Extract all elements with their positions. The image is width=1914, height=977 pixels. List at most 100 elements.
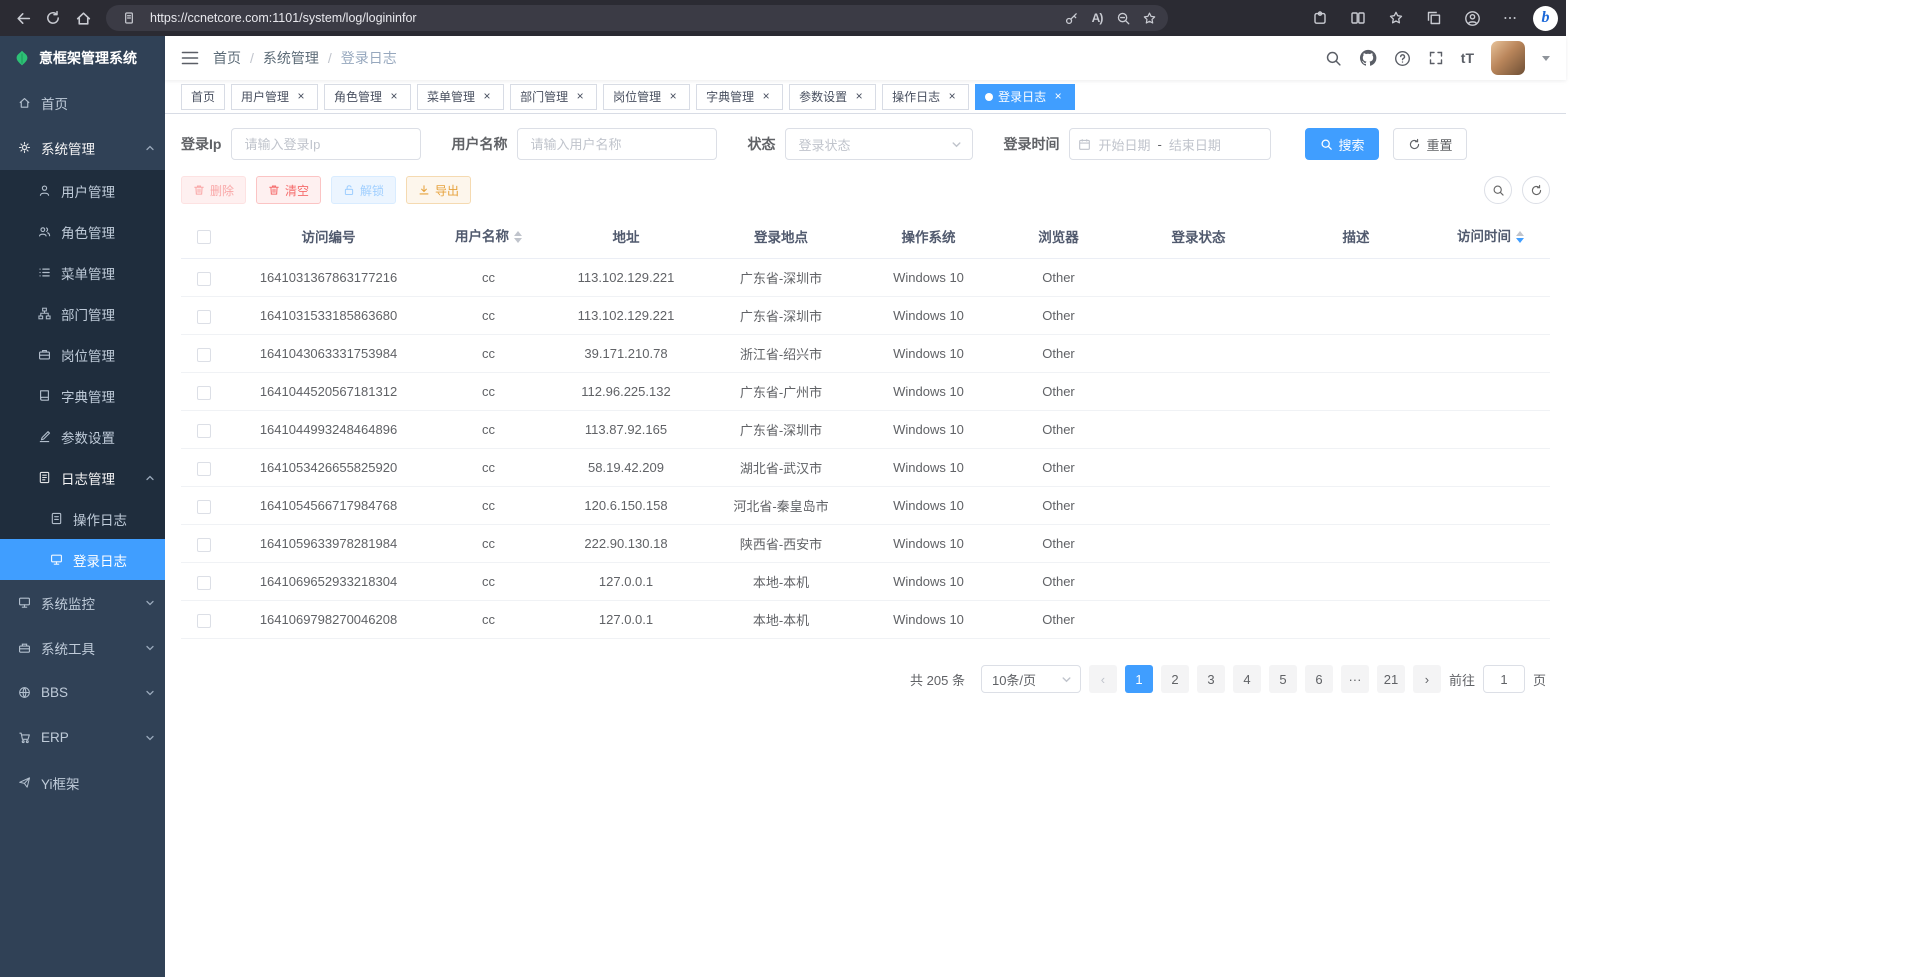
sidebar-item-role-management[interactable]: 角色管理 xyxy=(0,211,165,252)
user-avatar[interactable] xyxy=(1491,41,1525,75)
header-search-icon[interactable] xyxy=(1325,50,1342,67)
tab-close-icon[interactable]: × xyxy=(945,90,959,104)
row-checkbox[interactable] xyxy=(197,576,211,590)
copilot-icon[interactable]: b xyxy=(1533,6,1558,31)
sidebar-item-post-management[interactable]: 岗位管理 xyxy=(0,334,165,375)
tab-dept-management[interactable]: 部门管理× xyxy=(510,84,597,110)
goto-page-input[interactable] xyxy=(1483,665,1525,693)
sidebar-collapse-icon[interactable] xyxy=(181,50,199,66)
tab-close-icon[interactable]: × xyxy=(294,90,308,104)
row-checkbox[interactable] xyxy=(197,614,211,628)
row-checkbox[interactable] xyxy=(197,310,211,324)
collections-icon[interactable] xyxy=(1419,3,1449,33)
export-button[interactable]: 导出 xyxy=(406,176,471,204)
tab-close-icon[interactable]: × xyxy=(480,90,494,104)
prev-page-button[interactable]: ‹ xyxy=(1089,665,1117,693)
sort-icon[interactable] xyxy=(514,227,522,247)
sidebar-item-home[interactable]: 首页 xyxy=(0,80,165,125)
clear-button[interactable]: 清空 xyxy=(256,176,321,204)
row-checkbox[interactable] xyxy=(197,272,211,286)
tab-close-icon[interactable]: × xyxy=(573,90,587,104)
profile-icon[interactable] xyxy=(1457,3,1487,33)
row-checkbox[interactable] xyxy=(197,500,211,514)
sidebar-item-dept-management[interactable]: 部门管理 xyxy=(0,293,165,334)
reset-button[interactable]: 重置 xyxy=(1393,128,1467,160)
status-select[interactable]: 登录状态 xyxy=(785,128,973,160)
row-checkbox[interactable] xyxy=(197,538,211,552)
site-info-icon[interactable] xyxy=(116,7,142,29)
sidebar-item-bbs[interactable]: BBS xyxy=(0,670,165,715)
sidebar-item-param-settings[interactable]: 参数设置 xyxy=(0,416,165,457)
tab-post-management[interactable]: 岗位管理× xyxy=(603,84,690,110)
settings-menu-icon[interactable] xyxy=(1495,3,1525,33)
tab-login-log[interactable]: 登录日志× xyxy=(975,84,1075,110)
page-button-4[interactable]: 4 xyxy=(1233,665,1261,693)
delete-button[interactable]: 删除 xyxy=(181,176,246,204)
page-button-3[interactable]: 3 xyxy=(1197,665,1225,693)
page-button-2[interactable]: 2 xyxy=(1161,665,1189,693)
home-icon[interactable] xyxy=(68,3,98,33)
search-button[interactable]: 搜索 xyxy=(1305,128,1379,160)
page-button-6[interactable]: 6 xyxy=(1305,665,1333,693)
add-favorite-icon[interactable] xyxy=(1136,7,1162,29)
date-range-picker[interactable]: 开始日期 - 结束日期 xyxy=(1069,128,1271,160)
text-size-icon[interactable]: tT xyxy=(1461,50,1474,66)
tab-menu-management[interactable]: 菜单管理× xyxy=(417,84,504,110)
page-button-last[interactable]: 21 xyxy=(1377,665,1405,693)
row-checkbox[interactable] xyxy=(197,424,211,438)
read-aloud-icon[interactable]: A) xyxy=(1084,7,1110,29)
avatar-caret-icon[interactable] xyxy=(1542,56,1550,65)
row-checkbox[interactable] xyxy=(197,386,211,400)
tab-operation-log[interactable]: 操作日志× xyxy=(882,84,969,110)
tab-user-management[interactable]: 用户管理× xyxy=(231,84,318,110)
col-access-time[interactable]: 访问时间 xyxy=(1431,214,1550,259)
sidebar-item-menu-management[interactable]: 菜单管理 xyxy=(0,252,165,293)
username-input[interactable] xyxy=(517,128,717,160)
toggle-search-button[interactable] xyxy=(1484,176,1512,204)
app-logo[interactable]: 意框架管理系统 xyxy=(0,36,165,80)
unlock-button[interactable]: 解锁 xyxy=(331,176,396,204)
zoom-out-icon[interactable] xyxy=(1110,7,1136,29)
tab-close-icon[interactable]: × xyxy=(387,90,401,104)
sidebar-item-log-management[interactable]: 日志管理 xyxy=(0,457,165,498)
fullscreen-icon[interactable] xyxy=(1428,50,1444,66)
sidebar-item-login-log[interactable]: 登录日志 xyxy=(0,539,165,580)
sidebar-item-user-management[interactable]: 用户管理 xyxy=(0,170,165,211)
row-checkbox[interactable] xyxy=(197,348,211,362)
page-button-5[interactable]: 5 xyxy=(1269,665,1297,693)
refresh-icon[interactable] xyxy=(38,3,68,33)
page-size-select[interactable]: 10条/页 xyxy=(981,665,1081,693)
back-icon[interactable] xyxy=(8,3,38,33)
sidebar-item-erp[interactable]: ERP xyxy=(0,715,165,760)
tab-close-icon[interactable]: × xyxy=(852,90,866,104)
github-icon[interactable] xyxy=(1359,49,1377,67)
sidebar-item-system-management[interactable]: 系统管理 xyxy=(0,125,165,170)
split-screen-icon[interactable] xyxy=(1343,3,1373,33)
favorites-icon[interactable] xyxy=(1381,3,1411,33)
address-bar[interactable]: https://ccnetcore.com:1101/system/log/lo… xyxy=(106,5,1168,31)
tab-close-icon[interactable]: × xyxy=(759,90,773,104)
tab-param-settings[interactable]: 参数设置× xyxy=(789,84,876,110)
breadcrumb-system[interactable]: 系统管理 xyxy=(263,48,319,68)
sidebar-item-operation-log[interactable]: 操作日志 xyxy=(0,498,165,539)
refresh-table-button[interactable] xyxy=(1522,176,1550,204)
tab-dict-management[interactable]: 字典管理× xyxy=(696,84,783,110)
sidebar-item-dict-management[interactable]: 字典管理 xyxy=(0,375,165,416)
next-page-button[interactable]: › xyxy=(1413,665,1441,693)
tab-close-icon[interactable]: × xyxy=(666,90,680,104)
login-ip-input[interactable] xyxy=(231,128,421,160)
sidebar-item-system-monitor[interactable]: 系统监控 xyxy=(0,580,165,625)
more-pages-button[interactable]: ··· xyxy=(1341,665,1369,693)
sort-icon[interactable] xyxy=(1516,227,1524,247)
password-key-icon[interactable] xyxy=(1058,7,1084,29)
breadcrumb-home[interactable]: 首页 xyxy=(213,48,241,68)
tab-role-management[interactable]: 角色管理× xyxy=(324,84,411,110)
sidebar-item-system-tools[interactable]: 系统工具 xyxy=(0,625,165,670)
col-username[interactable]: 用户名称 xyxy=(431,214,546,259)
select-all-checkbox[interactable] xyxy=(197,230,211,244)
page-button-1[interactable]: 1 xyxy=(1125,665,1153,693)
sidebar-item-yi-framework[interactable]: Yi框架 xyxy=(0,760,165,805)
row-checkbox[interactable] xyxy=(197,462,211,476)
tab-close-icon[interactable]: × xyxy=(1051,90,1065,104)
extensions-icon[interactable] xyxy=(1305,3,1335,33)
